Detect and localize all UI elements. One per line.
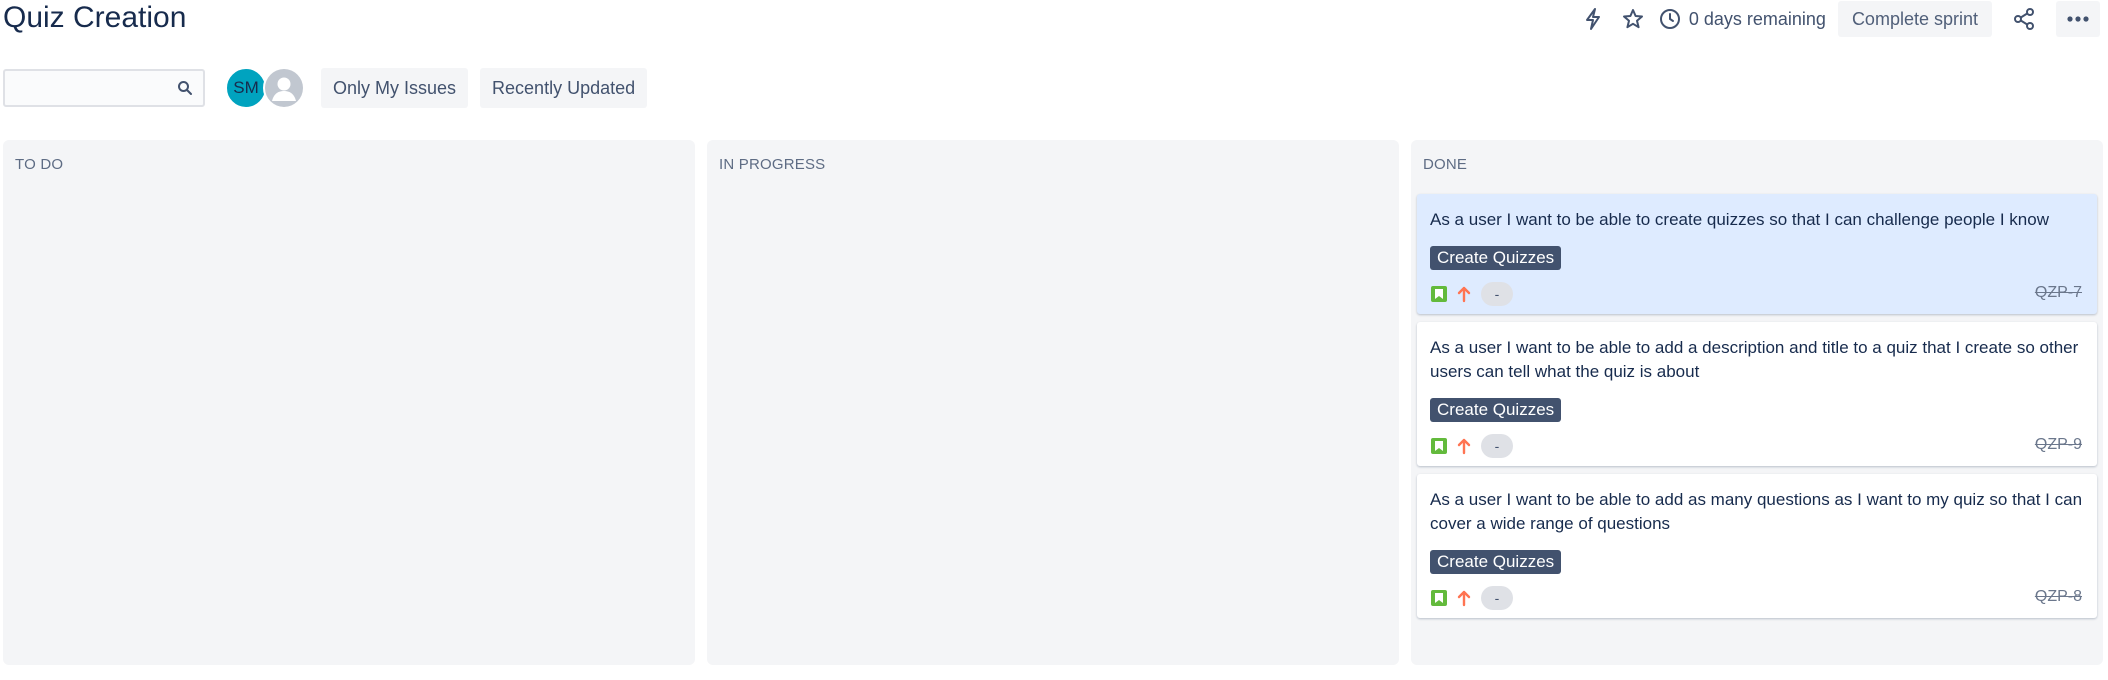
recently-updated-filter[interactable]: Recently Updated (480, 68, 648, 108)
card-summary: As a user I want to be able to add a des… (1430, 338, 2079, 381)
only-my-issues-filter[interactable]: Only My Issues (321, 68, 469, 108)
unassigned-avatar-icon[interactable] (263, 67, 305, 109)
column-header: TO DO (15, 156, 64, 173)
priority-high-icon (1457, 437, 1471, 455)
board-header: Quiz Creation 0 days remaining Complete … (0, 0, 2108, 40)
story-icon (1431, 286, 1447, 302)
issue-key[interactable]: QZP-8 (2035, 588, 2082, 606)
epic-label: Create Quizzes (1430, 550, 1562, 574)
story-points-badge: - (1481, 586, 1513, 610)
filter-bar: SM Only My Issues Recently Updated (3, 67, 648, 109)
issue-card[interactable]: As a user I want to be able to add a des… (1417, 322, 2097, 466)
lightning-icon[interactable] (1573, 0, 1613, 38)
epic-label: Create Quizzes (1430, 246, 1562, 270)
issue-card[interactable]: As a user I want to be able to create qu… (1417, 194, 2097, 314)
sprint-remaining: 0 days remaining (1653, 0, 1834, 38)
complete-sprint-button[interactable]: Complete sprint (1837, 1, 1992, 37)
issue-key[interactable]: QZP-7 (2035, 284, 2082, 302)
column-header: DONE (1423, 156, 1468, 173)
priority-high-icon (1457, 589, 1471, 607)
column-in-progress: IN PROGRESS (707, 140, 1399, 665)
header-actions: 0 days remaining Complete sprint (1573, 0, 2100, 38)
avatar[interactable]: SM (225, 67, 267, 109)
card-footer: - QZP-8 (1430, 578, 2084, 618)
search-icon (177, 80, 193, 96)
board: TO DO IN PROGRESS DONE As a user I want … (3, 140, 2103, 665)
column-done: DONE As a user I want to be able to crea… (1411, 140, 2103, 665)
priority-high-icon (1457, 285, 1471, 303)
card-list: As a user I want to be able to create qu… (1417, 194, 2097, 626)
card-footer: - QZP-7 (1430, 274, 2084, 314)
more-icon[interactable] (2056, 1, 2100, 37)
column-header: IN PROGRESS (719, 156, 826, 173)
column-todo: TO DO (3, 140, 695, 665)
card-summary: As a user I want to be able to create qu… (1430, 210, 2049, 229)
clock-icon (1659, 8, 1681, 30)
card-footer: - QZP-9 (1430, 426, 2084, 466)
issue-key[interactable]: QZP-9 (2035, 436, 2082, 454)
star-icon[interactable] (1613, 0, 1653, 38)
story-icon (1431, 590, 1447, 606)
avatar-filter: SM (225, 67, 305, 109)
issue-card[interactable]: As a user I want to be able to add as ma… (1417, 474, 2097, 618)
story-points-badge: - (1481, 282, 1513, 306)
card-summary: As a user I want to be able to add as ma… (1430, 490, 2083, 533)
page-title: Quiz Creation (3, 1, 187, 34)
days-remaining-text: 0 days remaining (1688, 8, 1826, 29)
search-field[interactable] (3, 69, 205, 107)
epic-label: Create Quizzes (1430, 398, 1562, 422)
share-icon[interactable] (2004, 0, 2044, 38)
search-input[interactable] (5, 71, 165, 105)
story-icon (1431, 438, 1447, 454)
story-points-badge: - (1481, 434, 1513, 458)
